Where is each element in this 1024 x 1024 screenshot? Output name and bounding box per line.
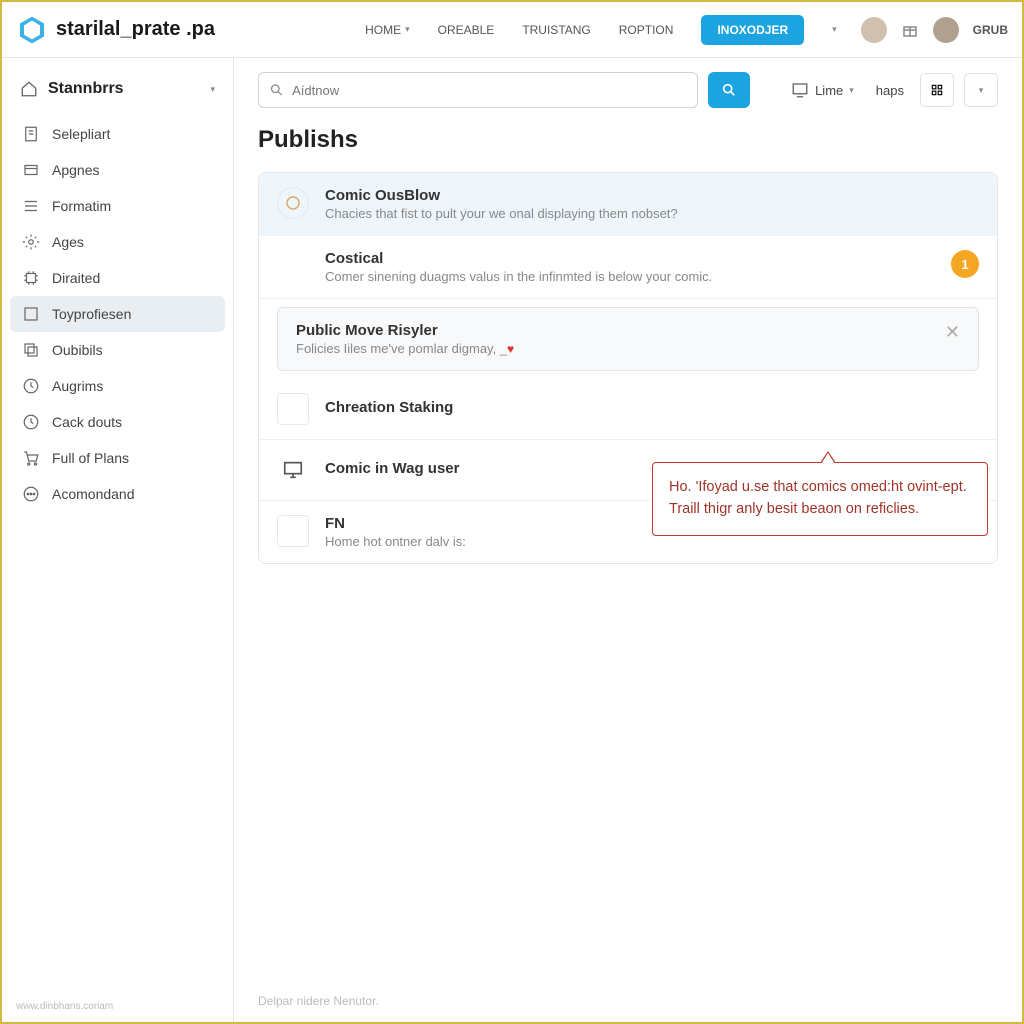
item-title: Comic OusBlow [325,187,979,204]
cart-icon [22,449,40,467]
box-icon [22,305,40,323]
clock2-icon [22,413,40,431]
card-icon [22,161,40,179]
search-input[interactable] [292,83,687,98]
stack-icon [22,341,40,359]
gear-icon [22,233,40,251]
search-button[interactable] [708,72,750,108]
sidebar-item-label: Apgnes [52,162,99,178]
cta-button[interactable]: INOXODJER [701,15,804,45]
list-item[interactable]: Comic OusBlow Chacies that fist to pult … [259,173,997,236]
sidebar-item-ages[interactable]: Ages [10,224,225,260]
sidebar-item-label: Formatim [52,198,111,214]
header-right: GRUB [861,17,1008,43]
sidebar-item-apgnes[interactable]: Apgnes [10,152,225,188]
grid-icon [930,83,944,97]
square-icon [277,515,309,547]
lime-dropdown[interactable]: Lime▾ [785,81,860,99]
sidebar-item-oubibils[interactable]: Oubibils [10,332,225,368]
logo-icon [16,14,48,46]
toolbar: Lime▾ haps ▾ [258,72,998,108]
sidebar-item-toyprofiesen[interactable]: Toyprofiesen [10,296,225,332]
sidebar-item-formatim[interactable]: Formatim [10,188,225,224]
sidebar: Stannbrrs ▾ Selepliart Apgnes Formatim Ages… [2,58,234,1022]
sidebar-item-label: Cack douts [52,414,122,430]
footer-text: Delpar nidere Nenutor. [258,994,379,1008]
sidebar-item-label: Selepliart [52,126,110,142]
page-title: Publishs [258,126,998,154]
sidebar-item-label: Full of Plans [52,450,129,466]
ring-icon [277,187,309,219]
sidebar-title: Stannbrrs [48,80,200,98]
search-field[interactable] [258,72,698,108]
sidebar-item-diraited[interactable]: Diraited [10,260,225,296]
doc-icon [22,125,40,143]
callout-tooltip: Ho. 'Ifoyad u.se that comics omed:ht ovi… [652,462,988,536]
list-icon [22,197,40,215]
chevron-down-icon: ▾ [849,85,854,96]
sidebar-item-label: Diraited [52,270,100,286]
item-title: Costical [325,250,935,267]
chevron-down-icon: ▾ [210,84,215,95]
item-desc: Comer sinening duagms valus in the infin… [325,269,935,284]
sidebar-item-label: Ages [52,234,84,250]
sidebar-item-label: Acomondand [52,486,135,502]
search-icon [721,82,737,98]
sidebar-item-full of plans[interactable]: Full of Plans [10,440,225,476]
list-item[interactable]: Public Move Risyler Folicies Iiles me've… [277,307,979,371]
close-icon[interactable]: ✕ [945,322,960,343]
item-title: Chreation Staking [325,399,979,416]
logo-text: starilal_prate .pa [56,18,215,41]
count-badge: 1 [951,250,979,278]
sidebar-item-selepliart[interactable]: Selepliart [10,116,225,152]
chevron-down-icon[interactable]: ▾ [832,24,837,35]
nav-truistang[interactable]: TRUISTANG [522,23,590,37]
top-nav: HOME▾ OREABLE TRUISTANG ROPTION INOXODJE… [365,15,837,45]
nav-home[interactable]: HOME▾ [365,23,410,37]
sidebar-item-acomondand[interactable]: Acomondand [10,476,225,512]
screen-icon [791,81,809,99]
heart-icon: ♥ [507,342,514,356]
search-icon [269,82,284,98]
home-icon [20,80,38,98]
grub-label[interactable]: GRUB [973,23,1008,37]
avatar[interactable] [861,17,887,43]
square-icon [277,393,309,425]
chevron-down-icon: ▾ [405,24,410,35]
logo[interactable]: starilal_prate .pa [16,14,215,46]
chip-icon [22,269,40,287]
app-header: starilal_prate .pa HOME▾ OREABLE TRUISTA… [2,2,1022,58]
haps-link[interactable]: haps [870,83,910,98]
more-button[interactable]: ▾ [964,73,998,107]
nav-oreable[interactable]: OREABLE [438,23,495,37]
list-item[interactable]: Costical Comer sinening duagms valus in … [259,236,997,299]
host-label: www.dinbhans.coriam [16,1001,113,1012]
sidebar-item-augrims[interactable]: Augrims [10,368,225,404]
arrow-icon [820,451,836,463]
clock-icon [22,377,40,395]
grid-button[interactable] [920,73,954,107]
main-content: Lime▾ haps ▾ Publishs Comic OusBlow Chac… [234,58,1022,1022]
sidebar-item-label: Toyprofiesen [52,306,131,322]
chevron-down-icon: ▾ [979,85,984,96]
sidebar-item-label: Augrims [52,378,103,394]
sidebar-item-cack douts[interactable]: Cack douts [10,404,225,440]
nav-roption[interactable]: ROPTION [619,23,674,37]
sidebar-item-label: Oubibils [52,342,103,358]
dots-icon [22,485,40,503]
avatar[interactable] [933,17,959,43]
item-desc: Home hot ontner dalv is: [325,534,979,549]
sidebar-header[interactable]: Stannbrrs ▾ [10,74,225,116]
item-desc: Chacies that fist to pult your we onal d… [325,206,979,221]
monitor-icon [277,454,309,486]
item-desc: Folicies Iiles me've pomlar digmay, _♥ [296,341,929,356]
list-item[interactable]: Chreation Staking [259,379,997,440]
gift-icon[interactable] [901,21,919,39]
item-title: Public Move Risyler [296,322,929,339]
